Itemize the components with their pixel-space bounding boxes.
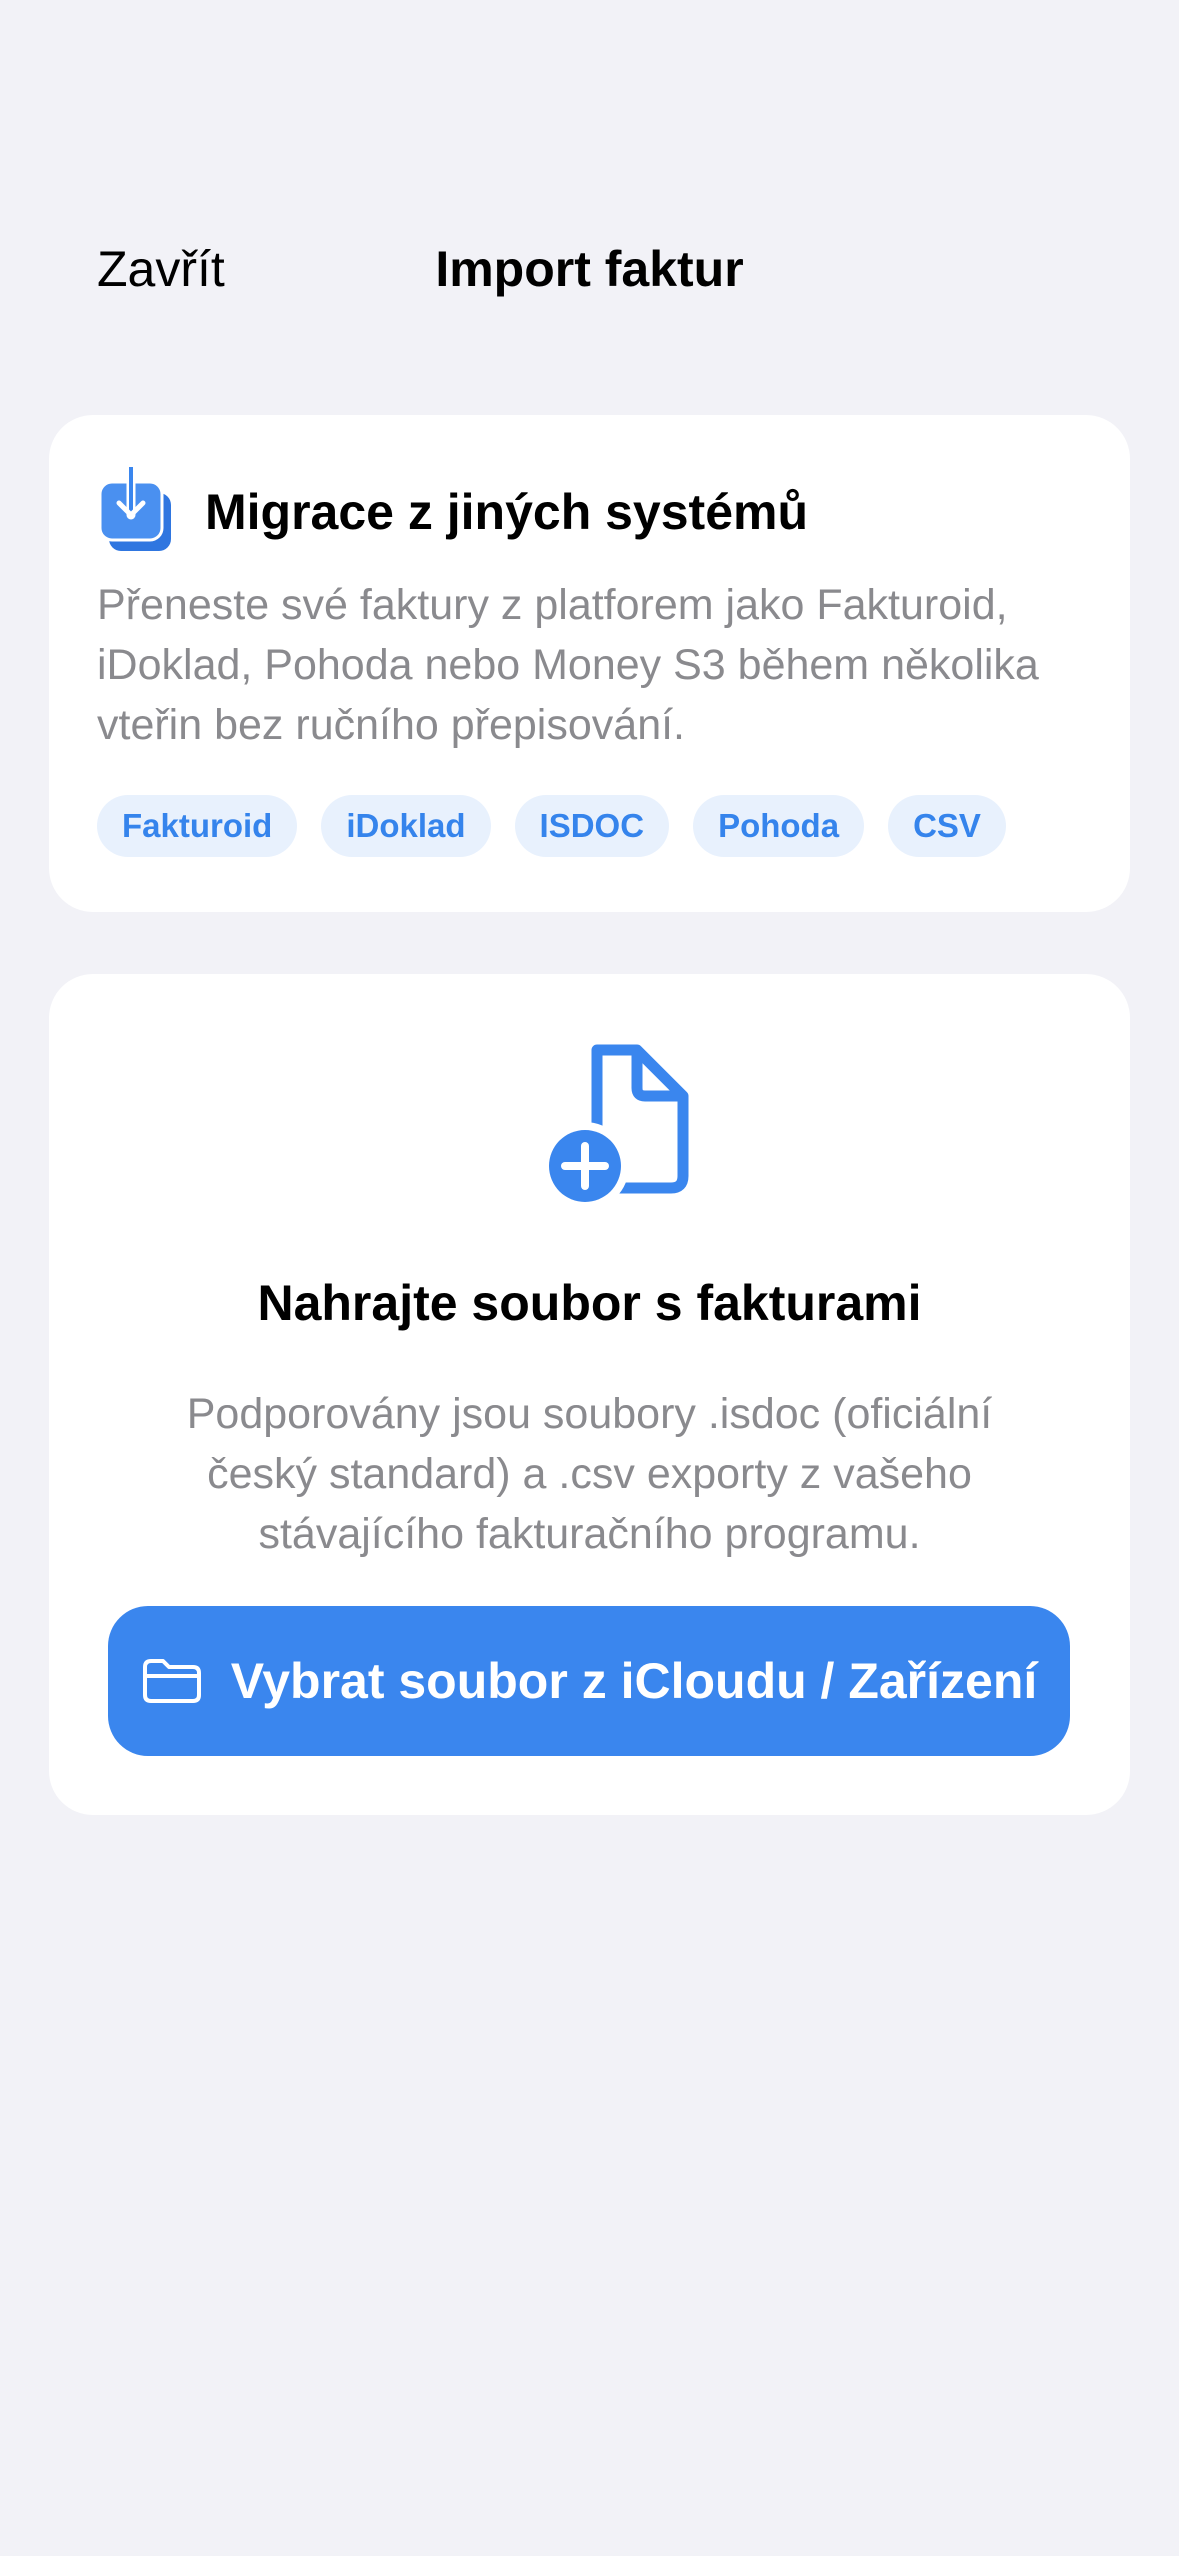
migration-header: Migrace z jiných systémů (97, 467, 1082, 557)
select-file-button[interactable]: Vybrat soubor z iCloudu / Zařízení (108, 1606, 1070, 1756)
select-file-label: Vybrat soubor z iCloudu / Zařízení (230, 1653, 1038, 1709)
tag-fakturoid: Fakturoid (97, 795, 298, 857)
tag-csv: CSV (888, 795, 1006, 857)
tag-isdoc: ISDOC (514, 795, 670, 857)
tray-download-icon (98, 467, 171, 551)
migration-card: Migrace z jiných systémů Přeneste své fa… (49, 415, 1130, 912)
document-add-icon (545, 1044, 689, 1210)
tag-pohoda: Pohoda (693, 795, 865, 857)
page-title: Import faktur (435, 241, 744, 297)
tag-idoklad: iDoklad (321, 795, 491, 857)
navigation-bar: Zavřít Import faktur (0, 220, 1179, 320)
format-tags: Fakturoid iDoklad ISDOC Pohoda CSV (97, 795, 1082, 857)
migration-title: Migrace z jiných systémů (205, 483, 809, 540)
upload-description: Podporovány jsou soubory .isdoc (oficiál… (186, 1390, 993, 1558)
folder-icon (142, 1659, 201, 1703)
upload-title: Nahrajte soubor s fakturami (257, 1275, 922, 1331)
migration-description: Přeneste své faktury z platforem jako Fa… (97, 581, 1039, 749)
upload-card: Nahrajte soubor s fakturami Podporovány … (49, 974, 1130, 1815)
